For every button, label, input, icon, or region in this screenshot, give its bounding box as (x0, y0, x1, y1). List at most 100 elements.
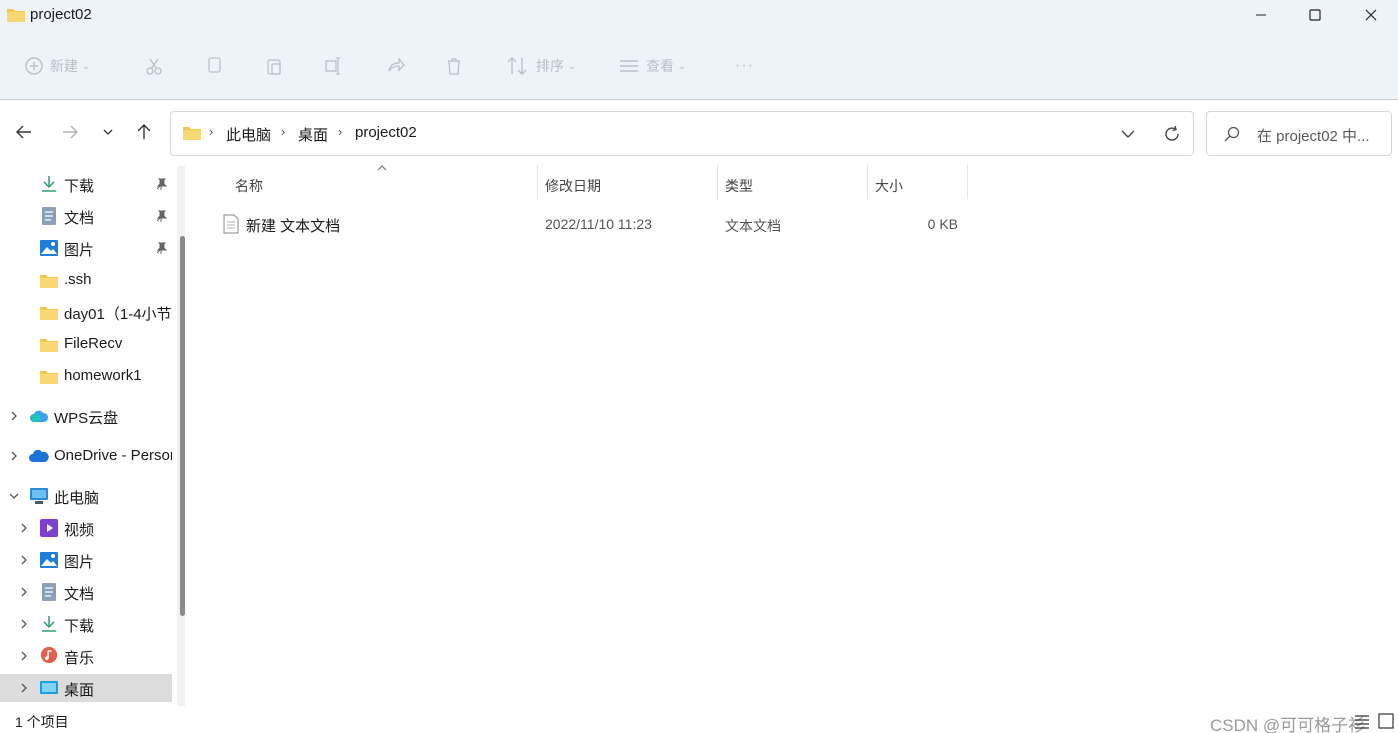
close-button[interactable] (1344, 0, 1398, 30)
sidebar-item-onedrive[interactable]: OneDrive - Personal (0, 442, 172, 470)
sidebar-scrollbar-thumb[interactable] (180, 236, 185, 616)
chevron-right-icon[interactable] (18, 586, 30, 598)
chevron-right-icon: › (338, 124, 343, 139)
chevron-right-icon[interactable] (18, 618, 30, 630)
pin-icon (156, 178, 168, 190)
chevron-right-icon[interactable] (18, 682, 30, 694)
sidebar-item-this-pc[interactable]: 此电脑 (0, 482, 172, 510)
column-divider[interactable] (967, 165, 968, 199)
chevron-right-icon[interactable] (8, 450, 20, 462)
delete-button[interactable] (444, 54, 464, 78)
sidebar-item-wps-cloud[interactable]: WPS云盘 (0, 402, 172, 430)
sidebar-item-ssh[interactable]: .ssh (0, 266, 172, 294)
sidebar-item-label: FileRecv (64, 335, 123, 352)
sidebar-item-label: OneDrive - Personal (54, 447, 172, 464)
column-header-label: 名称 (235, 178, 263, 194)
view-label: 查看 (646, 58, 674, 74)
breadcrumb-project02[interactable]: project02 (355, 124, 417, 141)
chevron-right-icon[interactable] (18, 554, 30, 566)
breadcrumb-this-pc[interactable]: 此电脑 (226, 124, 271, 145)
details-view-icon[interactable] (1352, 711, 1372, 731)
file-modified: 2022/11/10 11:23 (545, 216, 652, 232)
sidebar-item-music[interactable]: 音乐 (0, 642, 172, 670)
more-button[interactable]: ··· (735, 54, 754, 78)
sidebar-item-day01[interactable]: day01（1-4小节 (0, 298, 172, 326)
refresh-icon[interactable] (1161, 123, 1183, 145)
sort-label: 排序 (536, 58, 564, 74)
trash-icon (448, 58, 460, 75)
share-button[interactable] (386, 54, 406, 78)
copy-button[interactable] (205, 54, 225, 78)
chevron-right-icon[interactable] (18, 650, 30, 662)
address-history-chevron-icon[interactable] (1117, 123, 1139, 145)
pin-icon (156, 242, 168, 254)
sidebar-item-pc-downloads[interactable]: 下载 (0, 610, 172, 638)
sidebar-item-videos[interactable]: 视频 (0, 514, 172, 542)
sidebar-item-label: 视频 (64, 522, 95, 539)
navigation-bar: › 此电脑 › 桌面 › project02 在 project02 中... (0, 101, 1398, 163)
column-divider[interactable] (537, 165, 538, 199)
column-divider[interactable] (717, 165, 718, 199)
chevron-down-icon: ⌄ (82, 60, 91, 72)
paste-icon (267, 59, 281, 75)
sidebar-item-label: 下载 (64, 618, 95, 635)
chevron-right-icon[interactable] (8, 410, 20, 422)
sidebar-item-pc-pictures[interactable]: 图片 (0, 546, 172, 574)
search-input[interactable]: 在 project02 中... (1206, 111, 1392, 156)
sidebar-item-desktop[interactable]: 桌面 (0, 674, 172, 702)
sidebar-item-label: 桌面 (64, 682, 95, 699)
column-header-modified[interactable]: 修改日期 (545, 171, 601, 201)
folder-icon (40, 307, 58, 320)
file-row[interactable]: 新建 文本文档 2022/11/10 11:23 文本文档 0 KB (213, 210, 973, 238)
download-icon (42, 616, 56, 632)
column-header-name[interactable]: 名称 (235, 171, 263, 201)
address-bar[interactable]: › 此电脑 › 桌面 › project02 (170, 111, 1194, 156)
column-divider[interactable] (867, 165, 868, 199)
sidebar-item-downloads[interactable]: 下载 (0, 170, 172, 198)
search-icon (1224, 126, 1240, 142)
breadcrumb-desktop[interactable]: 桌面 (298, 124, 328, 145)
item-count: 1 个项目 (15, 714, 69, 730)
pictures-icon (40, 552, 58, 568)
sidebar-item-filerecv[interactable]: FileRecv (0, 330, 172, 358)
up-button[interactable] (131, 119, 157, 145)
folder-icon (40, 339, 58, 352)
arrow-up-icon (137, 124, 151, 139)
close-icon (1365, 9, 1377, 21)
view-button[interactable]: 查看 ⌄ (618, 54, 686, 78)
folder-icon (183, 127, 201, 140)
file-list: 名称 修改日期 类型 大小 新建 文本文档 2022/11/10 11:23 文… (193, 163, 1398, 708)
column-header-type[interactable]: 类型 (725, 171, 753, 201)
chevron-right-icon[interactable] (18, 522, 30, 534)
command-bar: 新建 ⌄ 排序 ⌄ 查看 ⌄ ··· (0, 32, 1398, 100)
sidebar-item-label: day01（1-4小节 (64, 306, 172, 323)
minimize-button[interactable] (1234, 0, 1288, 30)
search-placeholder: 在 project02 中... (1257, 128, 1370, 145)
arrow-left-icon (16, 125, 31, 139)
recent-locations-button[interactable] (95, 119, 121, 145)
new-button[interactable]: 新建 ⌄ (24, 54, 90, 78)
video-icon (40, 519, 58, 537)
chevron-down-icon (103, 129, 113, 135)
more-icon: ··· (735, 57, 754, 74)
sidebar-item-homework1[interactable]: homework1 (0, 362, 172, 390)
maximize-button[interactable] (1288, 0, 1342, 30)
file-name: 新建 文本文档 (246, 218, 341, 235)
paste-button[interactable] (265, 54, 285, 78)
plus-circle-icon (25, 57, 43, 75)
back-button[interactable] (11, 119, 37, 145)
sidebar-item-pictures[interactable]: 图片 (0, 234, 172, 262)
file-type: 文本文档 (725, 218, 781, 234)
chevron-down-icon[interactable] (8, 490, 20, 502)
sort-button[interactable]: 排序 ⌄ (506, 54, 576, 78)
tiles-view-icon[interactable] (1376, 711, 1396, 731)
cut-button[interactable] (144, 54, 164, 78)
sidebar-item-label: 图片 (64, 554, 95, 571)
column-header-size[interactable]: 大小 (875, 171, 903, 201)
sidebar-item-documents[interactable]: 文档 (0, 202, 172, 230)
folder-icon (40, 371, 58, 384)
sidebar-item-pc-documents[interactable]: 文档 (0, 578, 172, 606)
desktop-icon (40, 681, 58, 694)
rename-button[interactable] (324, 54, 344, 78)
forward-button[interactable] (57, 119, 83, 145)
